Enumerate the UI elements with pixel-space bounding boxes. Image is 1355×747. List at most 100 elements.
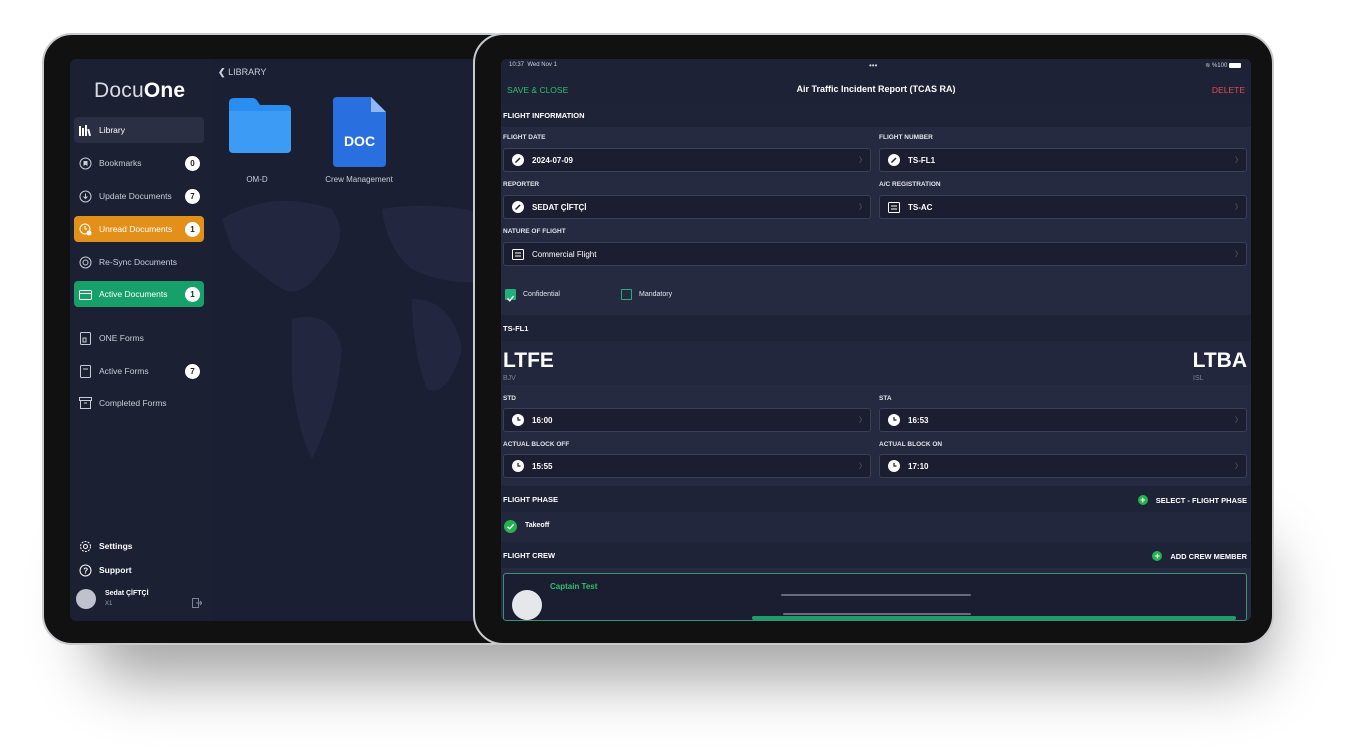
home-indicator xyxy=(781,594,971,596)
gear-icon xyxy=(78,539,92,553)
user-profile[interactable]: Sedat ÇİFTÇİ X1 xyxy=(76,587,204,613)
confidential-checkbox[interactable] xyxy=(505,289,516,302)
reporter-value: SEDAT ÇİFTÇİ xyxy=(532,202,587,212)
page-title: Air Traffic Incident Report (TCAS RA) xyxy=(796,84,956,94)
edit-icon xyxy=(888,154,900,166)
count-badge: 0 xyxy=(185,155,200,171)
crew-member-name: Captain Test xyxy=(550,582,598,591)
ac-registration-label: A/C REGISTRATION xyxy=(879,181,941,188)
svg-text:?: ? xyxy=(83,566,88,575)
file-label: OM-D xyxy=(246,175,268,184)
doc-file-icon xyxy=(333,97,386,167)
sidebar-item-label: Re-Sync Documents xyxy=(99,257,177,267)
sidebar-item-one-forms[interactable]: ONE Forms xyxy=(74,325,204,351)
front-tablet: 10:37 Wed Nov 1 ••• ≋ %100 SAVE & CLOSE … xyxy=(473,33,1274,645)
sidebar-item-label: Completed Forms xyxy=(99,398,167,408)
sidebar-item-active-documents[interactable]: Active Documents 1 xyxy=(74,281,204,307)
sidebar-item-settings[interactable]: Settings xyxy=(74,533,204,559)
avatar xyxy=(76,589,96,609)
world-map-icon xyxy=(222,201,502,459)
std-field[interactable]: 16:00 〉 xyxy=(503,408,871,432)
flight-phase-value: Takeoff xyxy=(525,522,550,529)
doc-badge-text: DOC xyxy=(343,133,376,149)
more-dots-icon[interactable]: ••• xyxy=(869,61,877,70)
sidebar-item-completed-forms[interactable]: Completed Forms xyxy=(74,390,204,416)
section-route: TS-FL1 xyxy=(501,315,1251,341)
block-on-field[interactable]: 17:10 〉 xyxy=(879,454,1247,478)
battery-icon xyxy=(1229,62,1241,68)
nature-of-flight-field[interactable]: Commercial Flight 〉 xyxy=(503,242,1247,266)
wifi-icon: ≋ xyxy=(1205,63,1211,69)
chevron-icon: 〉 xyxy=(1235,204,1242,211)
status-time: 10:37 Wed Nov 1 xyxy=(509,62,557,68)
sidebar-item-support[interactable]: ? Support xyxy=(74,557,204,583)
block-on-label: ACTUAL BLOCK ON xyxy=(879,441,943,448)
archive-icon xyxy=(78,396,92,410)
flight-number-label: FLIGHT NUMBER xyxy=(879,134,933,141)
resync-icon xyxy=(78,255,92,269)
block-off-field[interactable]: 15:55 〉 xyxy=(503,454,871,478)
top-bar: 10:37 Wed Nov 1 ••• ≋ %100 SAVE & CLOSE … xyxy=(501,59,1251,103)
file-label: Crew Management xyxy=(325,175,393,184)
bookmark-icon xyxy=(78,156,92,170)
delete-button[interactable]: DELETE xyxy=(1212,85,1245,95)
user-sub: X1 xyxy=(105,601,113,607)
section-flight-crew: FLIGHT CREW xyxy=(501,542,1251,568)
sidebar-item-resync-documents[interactable]: Re-Sync Documents xyxy=(74,249,204,275)
sidebar-item-library[interactable]: Library xyxy=(74,117,204,143)
back-tablet: DocuOne Library Bookmarks 0 Update Docum… xyxy=(42,33,522,645)
select-flight-phase-button[interactable]: + SELECT - FLIGHT PHASE xyxy=(1137,495,1247,505)
flight-phase-item[interactable]: Takeoff xyxy=(501,512,1251,542)
ac-registration-field[interactable]: TS-AC 〉 xyxy=(879,195,1247,219)
doc-crew-management[interactable]: DOC xyxy=(333,97,386,167)
active-forms-icon xyxy=(78,364,92,378)
sidebar-item-label: Active Forms xyxy=(99,366,149,376)
sidebar-item-active-forms[interactable]: Active Forms 7 xyxy=(74,358,204,384)
block-off-label: ACTUAL BLOCK OFF xyxy=(503,441,570,448)
folder-om-d[interactable] xyxy=(226,97,292,153)
sidebar-item-update-documents[interactable]: Update Documents 7 xyxy=(74,183,204,209)
sidebar-item-label: ONE Forms xyxy=(99,333,144,343)
breadcrumb[interactable]: ❮ LIBRARY xyxy=(218,67,266,78)
chevron-icon: 〉 xyxy=(1235,251,1242,258)
library-content: ❮ LIBRARY OM-D DOC Crew Management xyxy=(212,59,510,621)
count-badge: 1 xyxy=(185,221,200,237)
download-icon xyxy=(78,189,92,203)
block-off-value: 15:55 xyxy=(532,461,553,471)
check-circle-icon xyxy=(504,520,517,538)
flight-date-label: FLIGHT DATE xyxy=(503,134,546,141)
logout-icon[interactable] xyxy=(192,595,203,613)
folder-icon xyxy=(229,98,291,153)
progress-strip xyxy=(752,616,1236,620)
nature-of-flight-value: Commercial Flight xyxy=(532,249,597,259)
std-label: STD xyxy=(503,395,516,402)
flight-number-field[interactable]: TS-FL1 〉 xyxy=(879,148,1247,172)
help-icon: ? xyxy=(78,563,92,577)
plus-icon: + xyxy=(1152,551,1163,561)
list-select-icon xyxy=(512,248,524,260)
flight-date-field[interactable]: 2024-07-09 〉 xyxy=(503,148,871,172)
reporter-field[interactable]: SEDAT ÇİFTÇİ 〉 xyxy=(503,195,871,219)
user-name: Sedat ÇİFTÇİ xyxy=(105,590,149,597)
add-crew-member-button[interactable]: + ADD CREW MEMBER xyxy=(1152,551,1247,561)
sta-field[interactable]: 16:53 〉 xyxy=(879,408,1247,432)
sidebar-item-label: Library xyxy=(99,125,125,135)
chevron-icon: 〉 xyxy=(859,157,866,164)
sidebar-item-unread-documents[interactable]: Unread Documents 1 xyxy=(74,216,204,242)
section-flight-information: FLIGHT INFORMATION xyxy=(501,103,1251,127)
sta-label: STA xyxy=(879,395,892,402)
chevron-icon: 〉 xyxy=(859,417,866,424)
origin-airport-sub: BJV xyxy=(503,375,516,382)
clock-icon xyxy=(888,414,900,426)
chevron-icon: 〉 xyxy=(859,204,866,211)
folder-icon xyxy=(78,287,92,301)
flight-date-value: 2024-07-09 xyxy=(532,155,573,165)
library-icon xyxy=(78,123,92,137)
confidential-label: Confidential xyxy=(523,291,560,298)
sidebar: DocuOne Library Bookmarks 0 Update Docum… xyxy=(70,59,212,621)
sidebar-item-label: Bookmarks xyxy=(99,158,142,168)
chevron-icon: 〉 xyxy=(1235,157,1242,164)
mandatory-checkbox[interactable] xyxy=(621,289,632,300)
sidebar-item-bookmarks[interactable]: Bookmarks 0 xyxy=(74,150,204,176)
clock-icon xyxy=(888,460,900,472)
